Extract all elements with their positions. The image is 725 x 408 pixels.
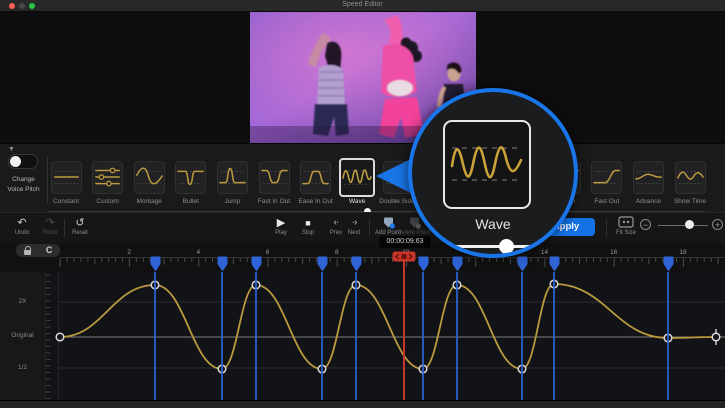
magnifier-pointer [372, 155, 412, 197]
preset-tile-ease-in-out[interactable] [300, 161, 331, 194]
magnified-scrollbar-knob [499, 239, 514, 254]
preset-panel: ▼ Change Voice Pitch ConstantCustomMonta… [0, 143, 725, 213]
curve-point[interactable] [56, 333, 64, 341]
preset-tile-advance[interactable] [633, 161, 664, 194]
speed-curve[interactable] [0, 272, 725, 400]
preset-tile-wave[interactable] [339, 158, 375, 197]
magnifier-circle: Wave [408, 88, 578, 258]
curve-mode-icon[interactable]: C [46, 244, 53, 257]
bottom-strip [0, 400, 725, 408]
playhead-timestamp: 00:00:09.63 [379, 236, 431, 248]
video-preview-area [0, 11, 725, 143]
curve-point[interactable] [352, 281, 360, 289]
curve-point[interactable] [318, 365, 326, 373]
ruler-number: 16 [606, 249, 622, 256]
speed-editor-window: Speed Editor [0, 0, 725, 408]
zoom-slider-track[interactable] [658, 225, 708, 227]
timeline-ruler[interactable]: C 24681012141618 00:00:09.63 [0, 243, 725, 272]
curve-point[interactable] [218, 365, 226, 373]
toolbar: ↶ Undo ↷ Redo ↺ Reset ▶ Play ■ Stop ‹· P… [0, 212, 725, 244]
zoom-slider-knob[interactable] [685, 220, 694, 229]
magnified-preset-label: Wave [412, 216, 574, 232]
lock-icon[interactable] [24, 250, 31, 255]
preset-tile-fast-out[interactable] [591, 161, 622, 194]
reset-button[interactable]: ↺ Reset [60, 216, 100, 236]
ruler-number: 18 [675, 249, 691, 256]
curve-point[interactable] [453, 281, 461, 289]
timeline-tool-buttons: C [16, 244, 60, 257]
preset-tile-jump[interactable] [217, 161, 248, 194]
ruler-number: 8 [329, 249, 345, 256]
curve-point[interactable] [419, 365, 427, 373]
ruler-ticks [0, 257, 725, 272]
preset-tile-bullet[interactable] [175, 161, 206, 194]
preset-tile-constant[interactable] [51, 161, 82, 194]
reset-icon: ↺ [60, 216, 100, 230]
titlebar: Speed Editor [0, 0, 725, 12]
curve-point[interactable] [712, 333, 720, 341]
curve-point[interactable] [252, 281, 260, 289]
ruler-number: 10 [398, 249, 414, 256]
speed-curve-graph[interactable]: 2XOriginal1/2 [0, 272, 725, 400]
ruler-number: 6 [260, 249, 276, 256]
preset-tile-show-time[interactable] [675, 161, 706, 194]
curve-point[interactable] [151, 281, 159, 289]
curve-point[interactable] [550, 280, 558, 288]
curve-point[interactable] [518, 365, 526, 373]
ruler-number: 2 [121, 249, 137, 256]
ruler-number: 4 [190, 249, 206, 256]
magnified-wave-thumbnail [443, 120, 531, 209]
ruler-number: 14 [537, 249, 553, 256]
zoom-out-icon[interactable]: − [640, 219, 651, 230]
curve-point[interactable] [664, 334, 672, 342]
zoom-in-icon[interactable]: + [712, 219, 723, 230]
preset-label: Show Time [660, 198, 720, 205]
preset-tile-fast-in-out[interactable] [259, 161, 290, 194]
preset-tile-montage[interactable] [134, 161, 165, 194]
preset-tile-custom[interactable] [92, 161, 123, 194]
preset-row: ConstantCustomMontageBulletJumpFast In O… [0, 144, 725, 213]
window-title: Speed Editor [0, 1, 725, 8]
